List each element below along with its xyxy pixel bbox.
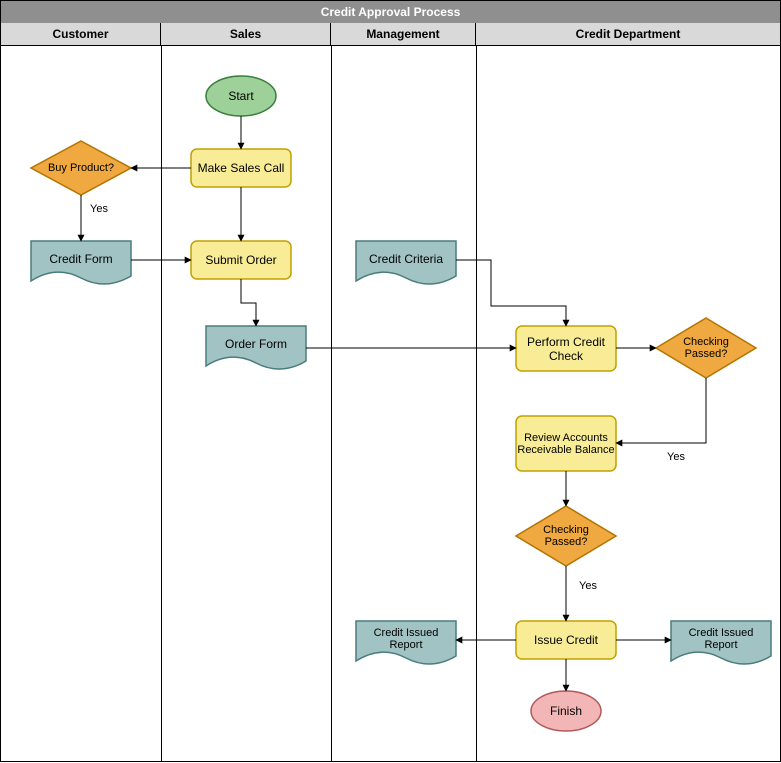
perform-credit-check-node <box>516 326 616 371</box>
issue-credit-node <box>516 621 616 659</box>
make-sales-call-label: Make Sales Call <box>191 149 291 187</box>
finish-label: Finish <box>531 701 601 721</box>
finish-node <box>531 691 601 731</box>
lane-header-management: Management <box>331 23 476 45</box>
lane-header-credit: Credit Department <box>476 23 780 45</box>
diagram-title-bar: Credit Approval Process <box>1 1 780 24</box>
checking-passed-2-yes-label: Yes <box>573 578 603 594</box>
start-label: Start <box>206 86 276 106</box>
lane-header-sales: Sales <box>161 23 331 45</box>
submit-order-node <box>191 241 291 279</box>
lanes-header: Customer Sales Management Credit Departm… <box>1 23 780 46</box>
credit-form-label: Credit Form <box>31 246 131 271</box>
credit-criteria-label: Credit Criteria <box>356 246 456 271</box>
credit-issued-report-right-doc <box>671 621 771 664</box>
start-node <box>206 76 276 116</box>
review-ar-node <box>516 416 616 471</box>
lane-separator <box>331 45 332 761</box>
lane-separator <box>161 45 162 761</box>
issue-credit-label: Issue Credit <box>516 621 616 659</box>
order-form-doc <box>206 326 306 369</box>
checking-passed-2-label: Checking Passed? <box>531 521 601 551</box>
lane-header-customer: Customer <box>1 23 161 45</box>
diagram-title: Credit Approval Process <box>321 5 461 19</box>
review-ar-label: Review Accounts Receivable Balance <box>516 416 616 471</box>
checking-passed-1-label: Checking Passed? <box>671 333 741 363</box>
credit-issued-report-left-label: Credit Issued Report <box>356 624 456 654</box>
buy-product-label: Buy Product? <box>41 158 121 178</box>
credit-criteria-doc <box>356 241 456 284</box>
buy-product-decision <box>31 141 131 195</box>
submit-order-label: Submit Order <box>191 241 291 279</box>
perform-credit-check-label: Perform Credit Check <box>516 326 616 371</box>
diagram-canvas <box>1 1 781 763</box>
order-form-label: Order Form <box>206 331 306 356</box>
credit-issued-report-right-label: Credit Issued Report <box>671 624 771 654</box>
swimlane-diagram: Credit Approval Process Customer Sales M… <box>0 0 781 762</box>
lane-separator <box>476 45 477 761</box>
checking-passed-1-decision <box>656 318 756 378</box>
make-sales-call-node <box>191 149 291 187</box>
checking-passed-2-decision <box>516 506 616 566</box>
buy-product-yes-label: Yes <box>84 201 114 217</box>
credit-issued-report-left-doc <box>356 621 456 664</box>
checking-passed-1-yes-label: Yes <box>661 449 691 465</box>
credit-form-doc <box>31 241 131 284</box>
